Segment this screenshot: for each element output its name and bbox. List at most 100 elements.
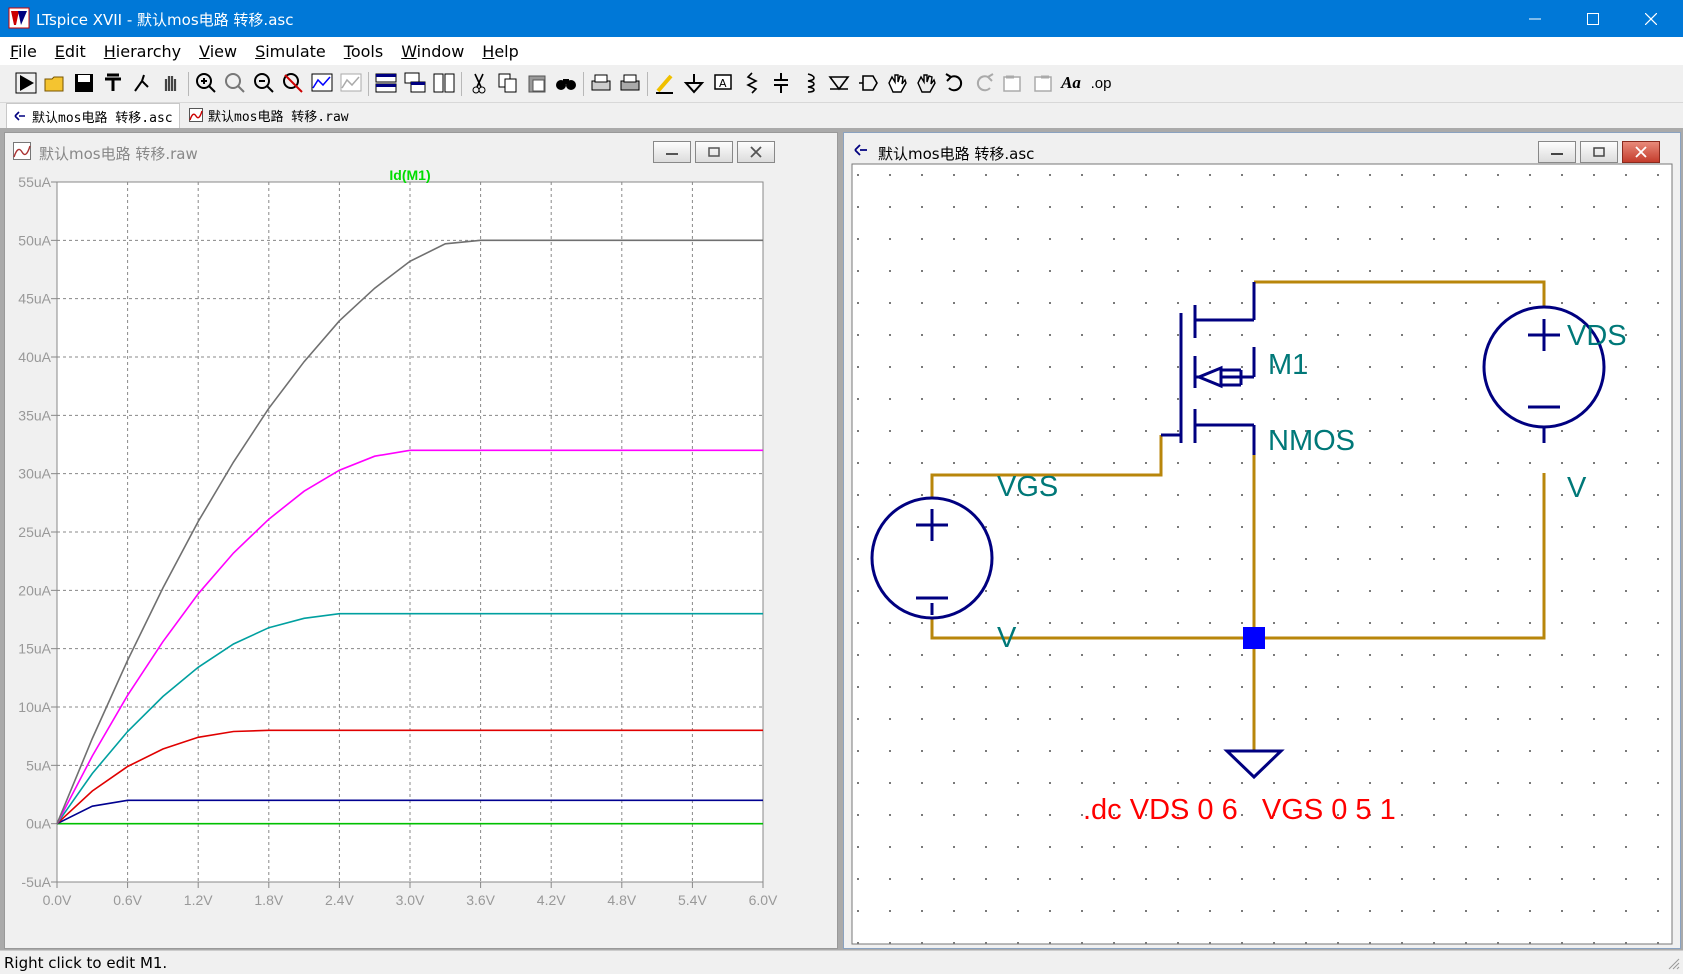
move-button[interactable] [883,69,911,97]
menu-tools[interactable]: Tools [334,37,391,61]
print-button[interactable] [616,69,644,97]
series-3-point [268,627,270,629]
schematic-window[interactable]: 默认mos电路 转移.asc M1 NMOS VDS V VGS V .dc V… [843,132,1681,949]
zoom-in-button[interactable] [192,69,220,97]
series-4-point [339,469,341,471]
series-0-point [339,823,341,825]
rotate-button[interactable] [999,69,1027,97]
series-2-point [303,730,305,732]
series-1-point [339,800,341,802]
redo-button[interactable] [970,69,998,97]
close-button[interactable] [1622,141,1660,163]
menu-file[interactable]: File [0,37,45,61]
spice-directive-button[interactable]: .op [1087,69,1115,97]
label-vds[interactable]: VDS [1567,320,1627,352]
title-bar[interactable]: LTspice XVII - 默认mos电路 转移.asc [0,0,1683,37]
tile-horizontal-button[interactable] [372,69,400,97]
menu-help[interactable]: Help [472,37,526,61]
zoom-cancel-icon [283,73,303,93]
mark-unconnected-button[interactable] [337,69,365,97]
series-4-point [127,695,129,697]
waveform-icon [13,142,31,160]
minimize-button[interactable] [653,141,691,163]
autorange-button[interactable] [308,69,336,97]
tile-vertical-button[interactable] [430,69,458,97]
label-net-button[interactable]: A [709,69,737,97]
zoom-out-button[interactable] [250,69,278,97]
series-3-point [127,731,129,733]
pan-hand-button[interactable] [157,69,185,97]
spice-directive[interactable]: .dc VDS 0 6 VGS 0 5 1 [1083,794,1396,826]
undo-button[interactable] [941,69,969,97]
zoom-fit-button[interactable] [221,69,249,97]
x-tick-label: 5.4V [678,892,707,908]
print-setup-button[interactable] [587,69,615,97]
capacitor-button[interactable] [767,69,795,97]
series-5-point [762,240,764,242]
halt-button[interactable] [128,69,156,97]
series-5-point [515,240,517,242]
label-vgs[interactable]: VGS [997,471,1058,503]
ground-button[interactable] [680,69,708,97]
series-3-point [374,613,376,615]
menu-simulate[interactable]: Simulate [245,37,334,61]
menu-hierarchy[interactable]: Hierarchy [94,37,189,61]
inductor-icon [807,73,815,93]
schematic-canvas[interactable]: M1 NMOS VDS V VGS V .dc VDS 0 6 VGS 0 5 … [851,163,1673,945]
schematic-window-titlebar[interactable]: 默认mos电路 转移.asc [844,133,1680,167]
resistor-button[interactable] [738,69,766,97]
waveform-window[interactable]: 默认mos电路 转移.raw 0.0V 0.6V 1.2V 1.8V 2.4V 3.0V 3… [4,132,838,949]
menu-accelerator: H [103,42,116,61]
mirror-button[interactable] [1028,69,1056,97]
series-2-point [162,748,164,750]
label-vds-value[interactable]: V [1567,472,1587,504]
run-button[interactable] [12,69,40,97]
series-1-point [303,800,305,802]
minimize-button[interactable] [1506,0,1564,37]
menu-view[interactable]: View [189,37,245,61]
draw-wire-button[interactable] [651,69,679,97]
menu-label: ools [350,42,384,61]
component-button[interactable] [854,69,882,97]
cut-button[interactable] [465,69,493,97]
series-1-point [480,800,482,802]
close-button[interactable] [737,141,775,163]
find-button[interactable] [552,69,580,97]
menu-edit[interactable]: Edit [45,37,94,61]
text-button[interactable]: Aa [1057,69,1085,97]
resize-grip-icon[interactable] [1666,956,1680,970]
zoom-out-icon [254,73,274,93]
waveform-window-titlebar[interactable]: 默认mos电路 转移.raw [5,133,837,167]
tab-schematic[interactable]: 默认mos电路 转移.asc [6,103,180,128]
copy-button[interactable] [494,69,522,97]
waveform-plot[interactable]: 0.0V 0.6V 1.2V 1.8V 2.4V 3.0V 3.6V 4.2V 4.8V 5.4V… [9,167,833,945]
zoom-cancel-button[interactable] [279,69,307,97]
open-button[interactable] [41,69,69,97]
control-panel-button[interactable] [99,69,127,97]
restore-button[interactable] [1580,141,1618,163]
tab-waveform[interactable]: 默认mos电路 转移.raw [183,103,355,127]
label-nmos[interactable]: NMOS [1268,425,1355,457]
tile-horizontal-icon [375,73,397,93]
label-m1[interactable]: M1 [1268,349,1308,381]
minimize-button[interactable] [1538,141,1576,163]
restore-button[interactable] [695,141,733,163]
paste-button[interactable] [523,69,551,97]
close-button[interactable] [1622,0,1680,37]
open-icon [44,76,64,92]
inductor-button[interactable] [796,69,824,97]
cascade-button[interactable] [401,69,429,97]
find-icon [556,79,576,90]
series-5-point [233,461,235,463]
save-button[interactable] [70,69,98,97]
vgs-voltage-source[interactable] [870,496,994,620]
series-2-point [127,766,129,768]
series-5-point [92,738,94,740]
diode-button[interactable] [825,69,853,97]
drag-button[interactable] [912,69,940,97]
maximize-button[interactable] [1564,0,1622,37]
series-3-point [162,696,164,698]
label-vgs-value[interactable]: V [997,622,1017,654]
redo-icon [976,73,994,92]
menu-window[interactable]: Window [391,37,472,61]
